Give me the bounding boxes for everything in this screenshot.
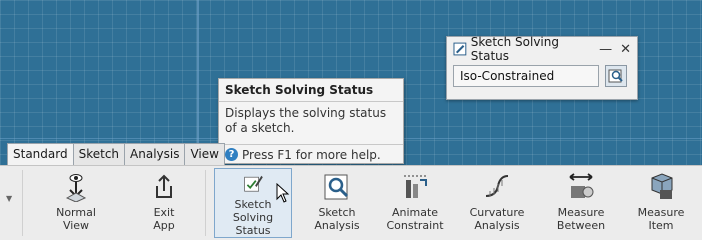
sketch-status-icon [453, 42, 467, 56]
exit-icon [156, 174, 172, 198]
ribbon-tabs: Standard Sketch Analysis View [7, 143, 225, 165]
eye-arrow-icon [65, 174, 87, 202]
normal-view-button[interactable]: Normal View [37, 168, 115, 238]
status-window-title: Sketch Solving Status [470, 35, 559, 63]
tab-analysis[interactable]: Analysis [124, 143, 186, 165]
close-icon[interactable]: ✕ [620, 42, 631, 57]
ribbon-toolbar: ▼ Normal View Exit App Sketch Solving Stat [0, 165, 702, 240]
measure-item-button[interactable]: Measure Item [622, 168, 700, 238]
normal-view-label: Normal View [56, 206, 96, 232]
sketch-analysis-icon [324, 174, 349, 200]
sketch-solving-status-window[interactable]: Sketch Solving Status — ✕ Iso-Constraine… [446, 35, 638, 100]
exit-app-button[interactable]: Exit App [125, 168, 203, 238]
tooltip-description: Displays the solving status of a sketch. [225, 106, 387, 135]
tooltip-title: Sketch Solving Status [225, 83, 374, 97]
tooltip-help-text: Press F1 for more help. [242, 147, 381, 162]
minimize-icon[interactable]: — [599, 42, 612, 57]
collapse-arrow-icon[interactable]: ▼ [6, 194, 12, 203]
sketch-check-icon [244, 175, 263, 192]
curvature-analysis-button[interactable]: Curvature Analysis [458, 168, 536, 238]
curvature-analysis-label: Curvature Analysis [469, 206, 525, 232]
magnifier-icon [608, 69, 623, 83]
ribbon-divider [22, 170, 23, 236]
help-icon: ? [225, 148, 238, 161]
measure-item-icon [651, 173, 673, 199]
animate-constraint-label: Animate Constraint [386, 206, 444, 232]
sketch-solving-status-button[interactable]: Sketch Solving Status [214, 168, 292, 238]
sketch-solving-status-label: Sketch Solving Status [232, 198, 274, 237]
animate-constraint-icon [404, 175, 427, 198]
tooltip: Sketch Solving Status Displays the solvi… [218, 78, 404, 164]
status-analysis-button[interactable] [605, 65, 627, 87]
measure-between-button[interactable]: Measure Between [542, 168, 620, 238]
tab-view[interactable]: View [184, 143, 225, 165]
tab-sketch[interactable]: Sketch [72, 143, 126, 165]
tab-standard[interactable]: Standard [7, 143, 74, 165]
sketch-analysis-label: Sketch Analysis [314, 206, 360, 232]
curvature-icon [485, 175, 509, 197]
exit-app-label: Exit App [153, 206, 175, 232]
measure-between-label: Measure Between [556, 206, 606, 232]
measure-item-label: Measure Item [637, 206, 685, 232]
mouse-cursor-icon [276, 183, 290, 203]
solving-status-field: Iso-Constrained [453, 65, 599, 87]
sketch-analysis-button[interactable]: Sketch Analysis [298, 168, 376, 238]
animate-constraint-button[interactable]: Animate Constraint [376, 168, 454, 238]
status-window-titlebar[interactable]: Sketch Solving Status — ✕ [447, 35, 637, 63]
vertical-axis-line [197, 0, 199, 165]
measure-between-icon [569, 173, 594, 198]
tooltip-help-row: ? Press F1 for more help. [219, 144, 403, 164]
ribbon-divider [205, 170, 206, 236]
